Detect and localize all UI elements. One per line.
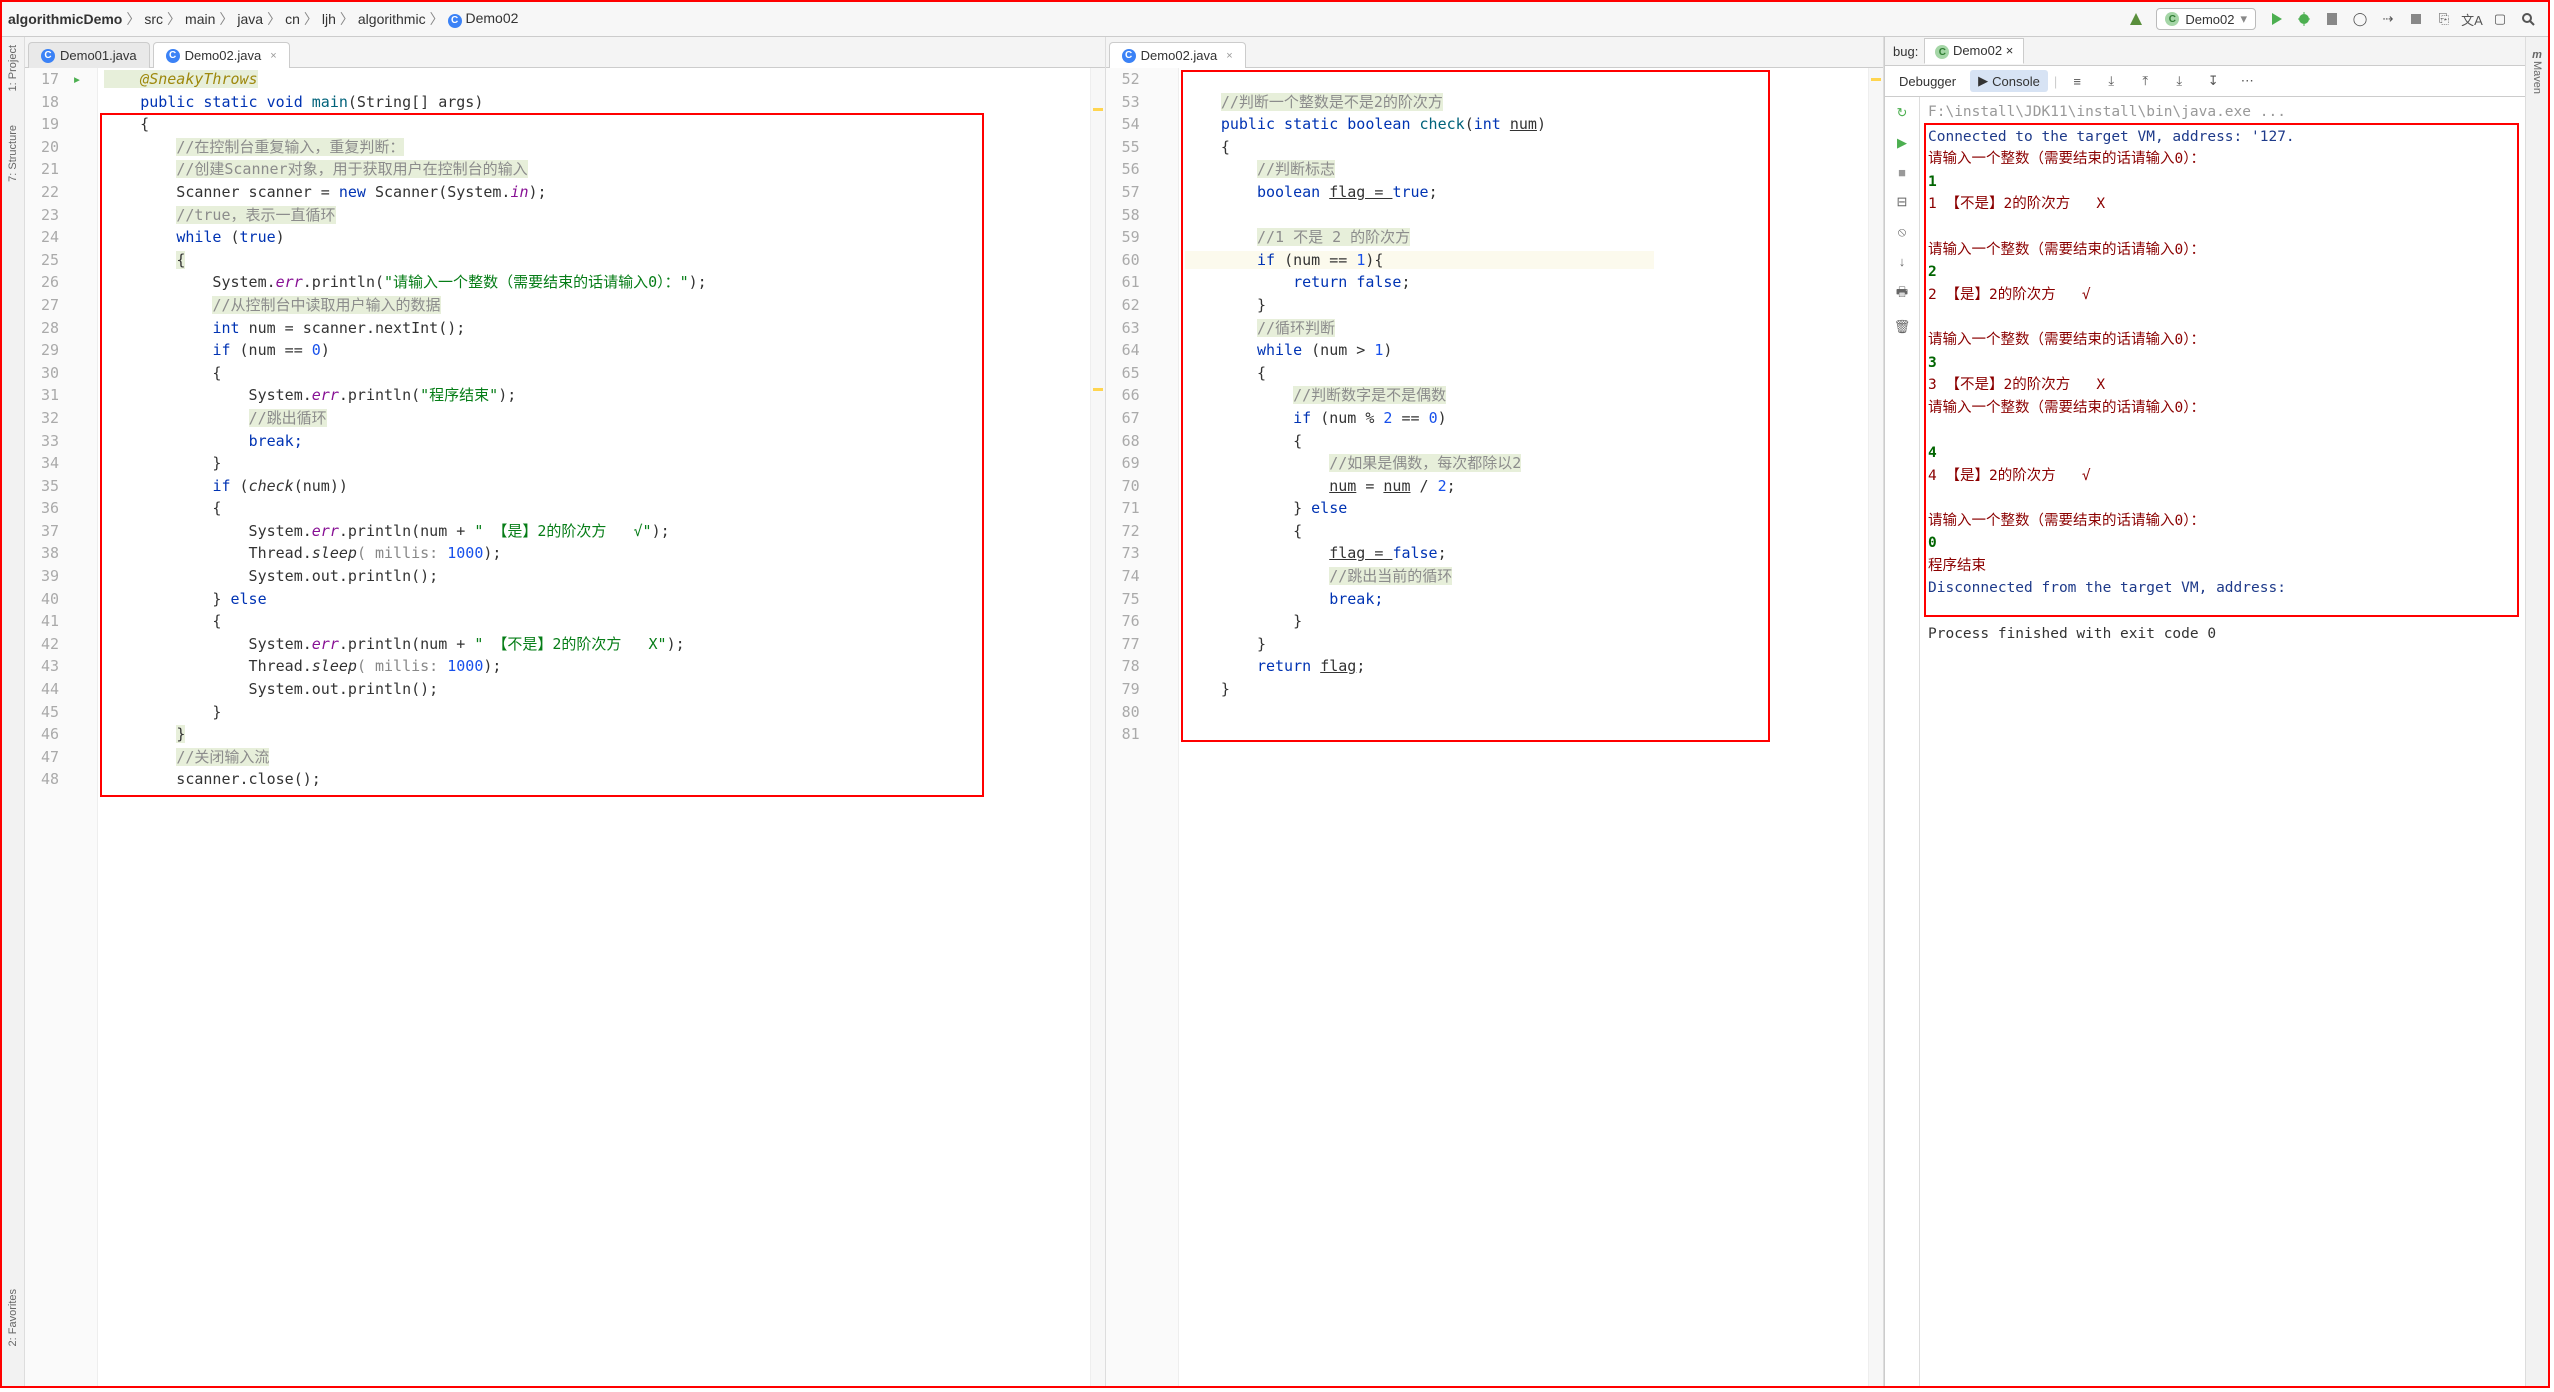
left-gutter: 17 18 19 20 21 22 23 24 25 26 27 28 29 3… xyxy=(25,68,67,1386)
left-editor: CDemo01.javaCDemo02.java× 17 18 19 20 21… xyxy=(25,37,1106,1386)
stop-console-icon[interactable]: ■ xyxy=(1898,165,1906,180)
force-step-icon[interactable]: ⤓ xyxy=(2168,70,2190,92)
close-icon[interactable]: × xyxy=(270,50,276,62)
crumb-item[interactable]: cn xyxy=(285,11,300,27)
editor-tab[interactable]: CDemo02.java× xyxy=(1109,42,1246,68)
resume-icon[interactable]: ▶ xyxy=(1897,135,1907,151)
run-icon[interactable] xyxy=(2265,8,2287,30)
debug-panel: bug: C Demo02 × Debugger ▶Console | ≡ ⤓ … xyxy=(1884,37,2525,1386)
step-over-icon[interactable]: ≡ xyxy=(2066,70,2088,92)
right-tool-strip: m Maven xyxy=(2525,37,2548,1386)
maven-tool-button[interactable]: Maven xyxy=(2531,61,2543,94)
favorites-tool-button[interactable]: 2: Favorites xyxy=(7,1289,19,1346)
crumb-item[interactable]: C Demo02 xyxy=(448,10,519,28)
right-code[interactable]: //判断一个整数是不是2的阶次方 public static boolean c… xyxy=(1179,68,1868,701)
project-tool-button[interactable]: 1: Project xyxy=(7,45,19,91)
main-toolbar: algorithmicDemo〉src〉main〉java〉cn〉ljh〉alg… xyxy=(2,2,2548,37)
editor-tab[interactable]: CDemo02.java× xyxy=(153,42,290,68)
crumb-item[interactable]: ljh xyxy=(322,11,336,27)
jdk-path-hint: F:\install\JDK11\install\bin\java.exe ..… xyxy=(1928,101,2517,126)
rerun-icon[interactable]: ↻ xyxy=(1897,105,1908,121)
crumb-item[interactable]: algorithmicDemo xyxy=(8,11,122,27)
left-gutter-icons: ▸ xyxy=(67,68,87,1386)
vcs-icon[interactable]: ⎘ xyxy=(2433,8,2455,30)
build-icon[interactable] xyxy=(2125,8,2147,30)
right-editor: CDemo02.java× 52 53 54 55 56 57 58 59 60… xyxy=(1106,37,1884,1386)
crumb-item[interactable]: main xyxy=(185,11,215,27)
coverage-icon[interactable] xyxy=(2321,8,2343,30)
right-editor-tabs: CDemo02.java× xyxy=(1106,37,1883,68)
debugger-tab[interactable]: Debugger xyxy=(1891,71,1964,92)
profile-icon[interactable]: ◯ xyxy=(2349,8,2371,30)
run-to-cursor-icon[interactable]: ↧ xyxy=(2202,70,2224,92)
mute-bp-icon[interactable]: ⦸ xyxy=(1898,224,1906,240)
attach-icon[interactable]: ⇢ xyxy=(2377,8,2399,30)
left-editor-tabs: CDemo01.javaCDemo02.java× xyxy=(25,37,1105,68)
evaluate-icon[interactable]: ⋯ xyxy=(2236,70,2258,92)
left-code[interactable]: @SneakyThrows public static void main(St… xyxy=(98,68,1090,791)
scroll-console-icon[interactable]: ↓ xyxy=(1899,254,1906,269)
crumb-item[interactable]: java xyxy=(237,11,263,27)
console-side-toolbar: ↻ ▶ ■ ⊟ ⦸ ↓ 🖶 🗑 xyxy=(1885,97,1920,1386)
left-tool-strip: 1: Project 7: Structure 2: Favorites xyxy=(2,37,25,1386)
editor-tab[interactable]: CDemo01.java xyxy=(28,42,150,68)
clear-icon[interactable]: 🗑 xyxy=(1894,319,1911,335)
view-bp-icon[interactable]: ⊟ xyxy=(1897,194,1908,210)
close-icon[interactable]: × xyxy=(1226,50,1232,62)
step-out-icon[interactable]: ⤒ xyxy=(2134,70,2156,92)
debug-icon[interactable] xyxy=(2293,8,2315,30)
search-icon[interactable] xyxy=(2517,8,2539,30)
crumb-item[interactable]: algorithmic xyxy=(358,11,426,27)
run-config-selector[interactable]: C Demo02 ▾ xyxy=(2156,8,2256,30)
print-icon[interactable]: 🖶 xyxy=(1896,283,1908,305)
debug-run-tab[interactable]: C Demo02 × xyxy=(1924,38,2024,65)
console-output[interactable]: Connected to the target VM, address: '12… xyxy=(1928,126,2517,646)
breadcrumb: algorithmicDemo〉src〉main〉java〉cn〉ljh〉alg… xyxy=(8,9,518,29)
translate-icon[interactable]: 文A xyxy=(2461,8,2483,30)
terminal-icon[interactable]: ▢ xyxy=(2489,8,2511,30)
structure-tool-button[interactable]: 7: Structure xyxy=(7,125,19,182)
right-gutter: 52 53 54 55 56 57 58 59 60 61 62 63 64 6… xyxy=(1106,68,1148,1386)
console-tab[interactable]: ▶Console xyxy=(1970,70,2048,92)
step-into-icon[interactable]: ⤓ xyxy=(2100,70,2122,92)
stop-icon[interactable] xyxy=(2405,8,2427,30)
debug-header-label: bug: xyxy=(1893,44,1918,59)
crumb-item[interactable]: src xyxy=(144,11,163,27)
